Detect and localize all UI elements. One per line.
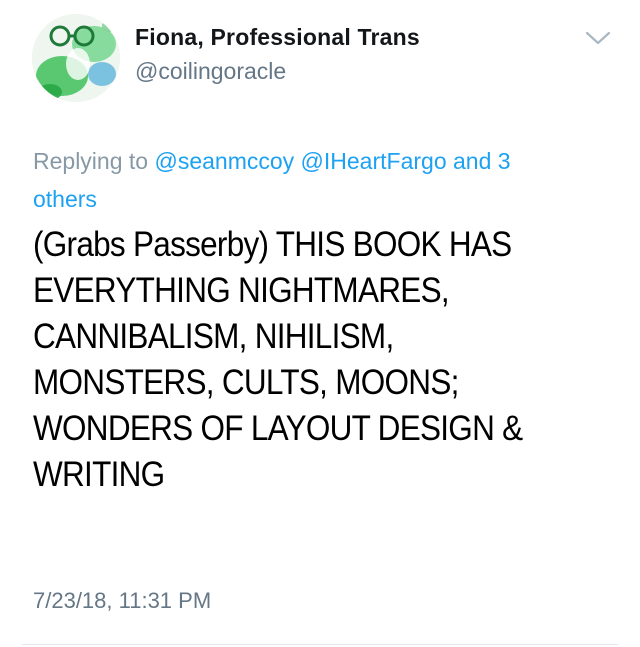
tweet-line: MONSTERS, CULTS, MOONS; — [33, 363, 459, 402]
tweet-line: WONDERS OF LAYOUT DESIGN & — [33, 409, 523, 448]
tweet-line: (Grabs Passerby) THIS BOOK HAS — [33, 225, 512, 264]
others-label: others — [33, 186, 97, 212]
tweet-text: (Grabs Passerby) THIS BOOK HAS EVERYTHIN… — [33, 222, 623, 498]
others-connector: and — [446, 148, 498, 174]
tweet-line: WRITING — [33, 455, 165, 494]
tweet-line: EVERYTHING NIGHTMARES, — [33, 271, 450, 310]
tweet-line: CANNIBALISM, NIHILISM, — [33, 317, 394, 356]
others-count: 3 — [497, 148, 511, 174]
replying-prefix: Replying to — [33, 148, 155, 174]
mention-link[interactable]: @seanmccoy — [154, 148, 294, 174]
divider — [22, 644, 618, 645]
tweet-timestamp[interactable]: 7/23/18, 11:31 PM — [33, 588, 211, 614]
author-display-name[interactable]: Fiona, Professional Trans — [135, 24, 420, 51]
avatar-image — [32, 14, 120, 102]
chevron-down-icon[interactable] — [584, 28, 612, 48]
avatar[interactable] — [32, 14, 120, 102]
author-handle[interactable]: @coilingoracle — [135, 58, 286, 85]
mention-link[interactable]: @IHeartFargo — [301, 148, 447, 174]
reply-context: Replying to @seanmccoy @IHeartFargo and … — [33, 142, 603, 218]
